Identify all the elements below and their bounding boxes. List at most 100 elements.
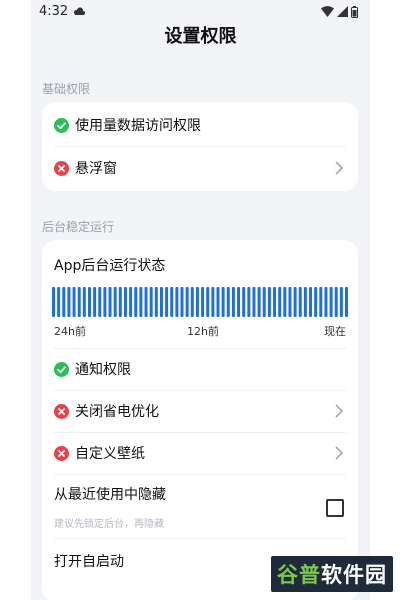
timeline-bar — [195, 287, 199, 317]
timeline-bar — [62, 287, 66, 317]
timeline-label-mid: 12h前 — [187, 325, 219, 338]
timeline-label-end: 现在 — [324, 325, 346, 338]
divider — [54, 538, 346, 539]
battery-icon — [351, 5, 358, 18]
timeline-bar — [298, 287, 302, 317]
timeline-bar — [339, 287, 343, 317]
timeline-bar — [216, 287, 220, 317]
timeline-bar — [98, 287, 102, 317]
section-label-basic: 基础权限 — [42, 82, 91, 96]
timeline-bar — [329, 287, 333, 317]
timeline-bar — [190, 287, 194, 317]
timeline-bar — [303, 287, 307, 317]
hide-from-recents-checkbox[interactable] — [326, 499, 344, 517]
timeline-bar — [113, 287, 117, 317]
timeline-bar — [201, 287, 205, 317]
permission-label: 通知权限 — [75, 362, 131, 378]
chevron-right-icon — [335, 446, 344, 460]
background-run-timeline — [52, 287, 348, 317]
permission-label: 悬浮窗 — [75, 161, 117, 177]
status-bar: 4:32 — [31, 0, 370, 24]
timeline-bar — [283, 287, 287, 317]
timeline-bar — [309, 287, 313, 317]
timeline-bar — [165, 287, 169, 317]
permission-label: 关闭省电优化 — [75, 404, 159, 420]
timeline-bar — [288, 287, 292, 317]
cloud-icon — [73, 7, 85, 15]
timeline-label-start: 24h前 — [54, 325, 86, 338]
timeline-bar — [211, 287, 215, 317]
divider — [54, 474, 346, 475]
timeline-bar — [118, 287, 122, 317]
timeline-bar — [334, 287, 338, 317]
timeline-bar — [278, 287, 282, 317]
timeline-bar — [221, 287, 225, 317]
timeline-bar — [52, 287, 55, 317]
status-time: 4:32 — [39, 4, 69, 19]
timeline-bar — [242, 287, 246, 317]
watermark-text-part1: 谷普 — [277, 563, 321, 587]
status-icons — [321, 5, 358, 18]
error-circle-icon — [54, 403, 69, 419]
divider — [54, 390, 346, 391]
check-circle-icon — [54, 361, 69, 377]
timeline-bar — [154, 287, 158, 317]
timeline-bar — [175, 287, 179, 317]
timeline-bar — [67, 287, 71, 317]
timeline-bar — [87, 287, 91, 317]
timeline-bar — [262, 287, 266, 317]
divider — [54, 432, 346, 433]
timeline-bar — [108, 287, 112, 317]
divider — [54, 348, 346, 349]
permission-row-custom-wallpaper[interactable]: 自定义壁纸 — [54, 444, 346, 462]
section-label-background: 后台稳定运行 — [42, 220, 115, 234]
timeline-bar — [324, 287, 328, 317]
app-background-status-title: App后台运行状态 — [54, 258, 166, 274]
timeline-bar — [257, 287, 261, 317]
timeline-bar — [267, 287, 271, 317]
timeline-bar — [231, 287, 235, 317]
permission-row-notification[interactable]: 通知权限 — [54, 360, 346, 378]
timeline-bar — [226, 287, 230, 317]
timeline-bar — [82, 287, 86, 317]
background-card: App后台运行状态 24h前 12h前 现在 通知权限 关闭省电优化 自定义壁纸… — [42, 240, 358, 600]
permission-row-usage-data[interactable]: 使用量数据访问权限 — [54, 116, 346, 134]
timeline-bar — [345, 287, 348, 317]
timeline-bar — [170, 287, 174, 317]
timeline-bar — [123, 287, 127, 317]
page-title: 设置权限 — [164, 26, 237, 47]
timeline-bar — [159, 287, 163, 317]
chevron-right-icon — [335, 404, 344, 418]
timeline-bar — [180, 287, 184, 317]
autostart-label: 打开自启动 — [54, 554, 124, 570]
hide-recent-title-row: 从最近使用中隐藏 — [54, 485, 346, 503]
permission-label: 使用量数据访问权限 — [75, 118, 201, 134]
timeline-bar — [149, 287, 153, 317]
permission-row-floating-window[interactable]: 悬浮窗 — [54, 159, 346, 177]
phone-screen: 4:32 设置权限 基础权限 使用量数据访问权限 悬浮窗 后台稳定运行 App后… — [31, 0, 370, 600]
timeline-bar — [93, 287, 97, 317]
hide-from-recents-label: 从最近使用中隐藏 — [54, 487, 166, 503]
timeline-bar — [185, 287, 189, 317]
signal-icon — [337, 6, 348, 17]
timeline-bar — [293, 287, 297, 317]
divider — [54, 146, 346, 147]
chevron-right-icon — [335, 161, 344, 175]
app-status-title-row: App后台运行状态 — [54, 255, 346, 275]
timeline-bar — [273, 287, 277, 317]
timeline-bar — [314, 287, 318, 317]
timeline-bar — [103, 287, 107, 317]
hide-from-recents-hint: 建议先锁定后台，再隐藏 — [54, 519, 164, 530]
basic-permissions-card: 使用量数据访问权限 悬浮窗 — [42, 102, 358, 191]
timeline-bar — [247, 287, 251, 317]
timeline-bar — [139, 287, 143, 317]
watermark-text-part2: 软件园 — [321, 563, 387, 587]
timeline-bar — [129, 287, 133, 317]
timeline-bar — [134, 287, 138, 317]
permission-row-battery-optimization[interactable]: 关闭省电优化 — [54, 402, 346, 420]
watermark-logo: 谷普 软件园 — [271, 556, 393, 592]
timeline-bar — [57, 287, 61, 317]
timeline-bar — [319, 287, 323, 317]
timeline-bar — [237, 287, 241, 317]
timeline-bar — [206, 287, 210, 317]
